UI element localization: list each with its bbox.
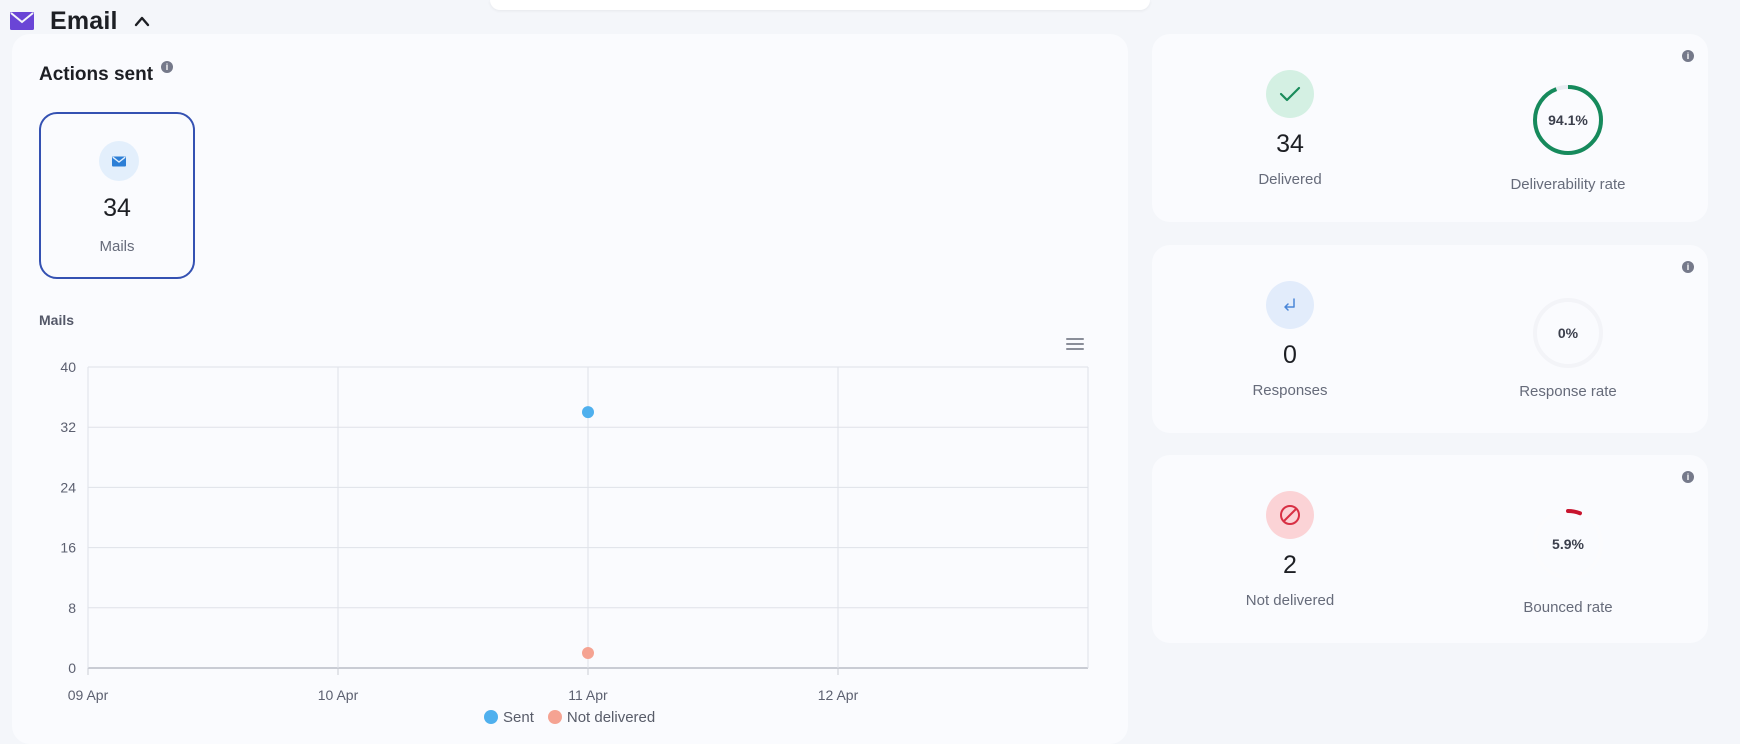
chart-legend: Sent Not delivered [484, 708, 669, 726]
legend-item[interactable]: Sent [484, 709, 534, 726]
legend-label: Sent [503, 708, 534, 726]
response-rate-label: Response rate [1519, 383, 1617, 400]
x-tick-label: 10 Apr [318, 687, 359, 703]
responses-label: Responses [1252, 382, 1328, 399]
response-ring: 0% [1532, 297, 1604, 369]
y-tick-label: 16 [60, 540, 76, 556]
responses-stat: 0 Responses [1180, 281, 1400, 399]
legend-label: Not delivered [566, 708, 656, 726]
legend-dot [547, 710, 562, 724]
data-point [582, 406, 594, 419]
info-icon[interactable]: i [1682, 261, 1694, 273]
y-tick-label: 24 [60, 479, 76, 495]
info-icon[interactable]: i [1682, 471, 1694, 483]
x-tick-label: 11 Apr [568, 687, 608, 703]
bounced-ring: 5.9% [1532, 508, 1604, 580]
y-tick-label: 40 [60, 359, 76, 375]
deliverability-value: 94.1% [1548, 112, 1588, 128]
not-delivered-stat: 2 Not delivered [1180, 491, 1400, 609]
responses-value: 0 [1283, 341, 1297, 369]
x-tick-label: 12 Apr [818, 687, 859, 703]
data-point [582, 646, 594, 659]
not-delivered-value: 2 [1283, 551, 1297, 579]
bounced-label: Bounced rate [1523, 599, 1613, 616]
deliverability-ring: 94.1% [1532, 84, 1604, 156]
info-icon[interactable]: i [1682, 50, 1694, 62]
deliverability-rate: 94.1% Deliverability rate [1448, 84, 1688, 193]
y-tick-label: 0 [68, 660, 76, 676]
x-tick-label: 09 Apr [68, 687, 109, 703]
y-tick-label: 32 [60, 419, 76, 435]
delivered-value: 34 [1276, 130, 1304, 158]
delivered-label: Delivered [1258, 171, 1322, 188]
legend-item[interactable]: Not delivered [547, 708, 656, 726]
reply-arrow-icon [1266, 281, 1314, 329]
deliverability-label: Deliverability rate [1510, 176, 1626, 193]
check-icon [1266, 70, 1314, 118]
not-delivered-label: Not delivered [1245, 592, 1335, 609]
bounced-value: 5.9% [1552, 536, 1584, 552]
y-tick-label: 8 [68, 600, 76, 616]
blocked-icon [1266, 491, 1314, 539]
response-rate-value: 0% [1557, 325, 1579, 341]
bounced-rate: 5.9% Bounced rate [1448, 508, 1688, 616]
response-rate: 0% Response rate [1448, 297, 1688, 400]
legend-dot [484, 710, 498, 724]
delivered-stat: 34 Delivered [1180, 70, 1400, 188]
